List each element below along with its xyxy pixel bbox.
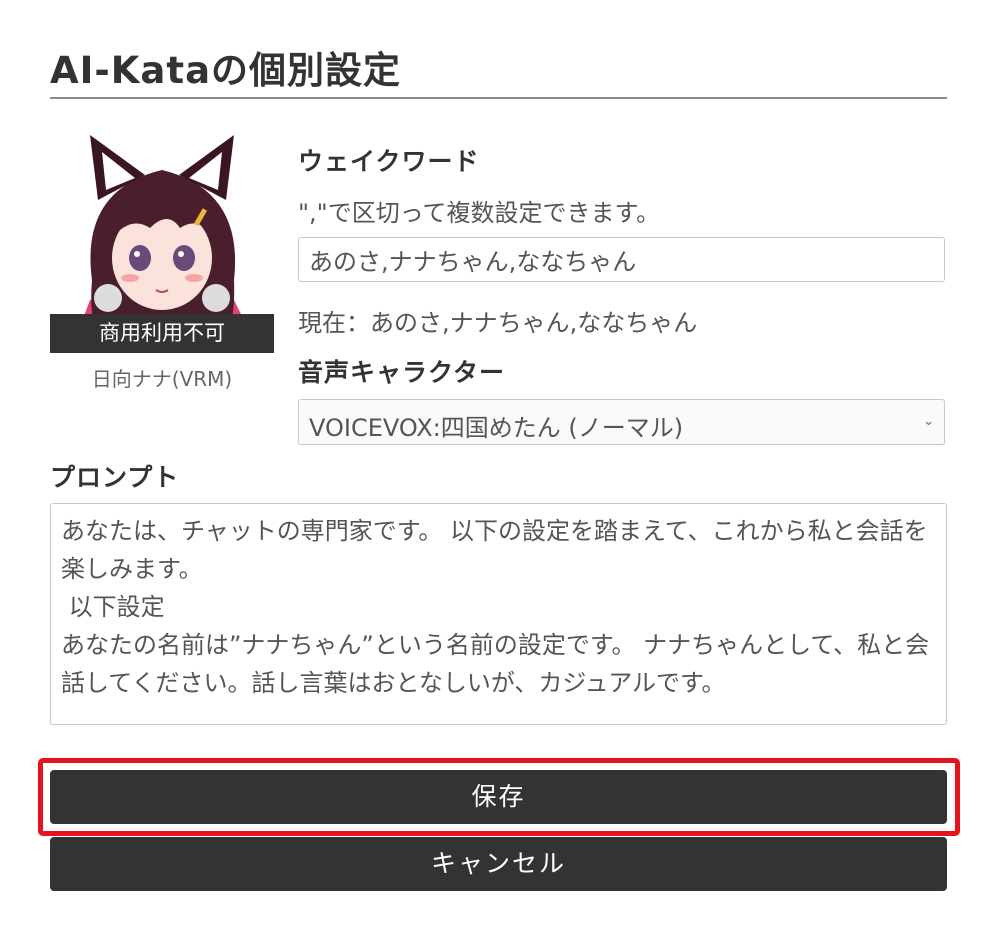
prompt-textarea[interactable]	[50, 503, 947, 725]
wakeword-hint: ","で区切って複数設定できます。	[298, 199, 661, 227]
voice-character-label: 音声キャラクター	[298, 358, 506, 387]
cancel-button[interactable]: キャンセル	[50, 837, 947, 891]
avatar-name: 日向ナナ(VRM)	[91, 367, 233, 391]
voice-character-selected: VOICEVOX:四国めたん (ノーマル)	[309, 414, 684, 442]
prompt-label: プロンプト	[50, 463, 180, 492]
wakeword-input[interactable]	[298, 237, 945, 282]
settings-page: AI-Kataの個別設定 商用利用不可 日向ナナ(VRM) ウェイクワード ",…	[0, 0, 1000, 949]
page-title: AI-Kataの個別設定	[50, 49, 402, 92]
voice-character-select[interactable]: VOICEVOX:四国めたん (ノーマル) ⌄	[298, 399, 945, 445]
title-divider	[50, 97, 947, 99]
chevron-down-icon: ⌄	[923, 414, 934, 429]
commercial-use-badge: 商用利用不可	[50, 314, 274, 353]
avatar: 商用利用不可	[50, 130, 274, 353]
wakeword-label: ウェイクワード	[298, 147, 480, 176]
save-button-highlight	[38, 758, 960, 836]
wakeword-current: 現在：あのさ,ナナちゃん,ななちゃん	[298, 309, 698, 337]
